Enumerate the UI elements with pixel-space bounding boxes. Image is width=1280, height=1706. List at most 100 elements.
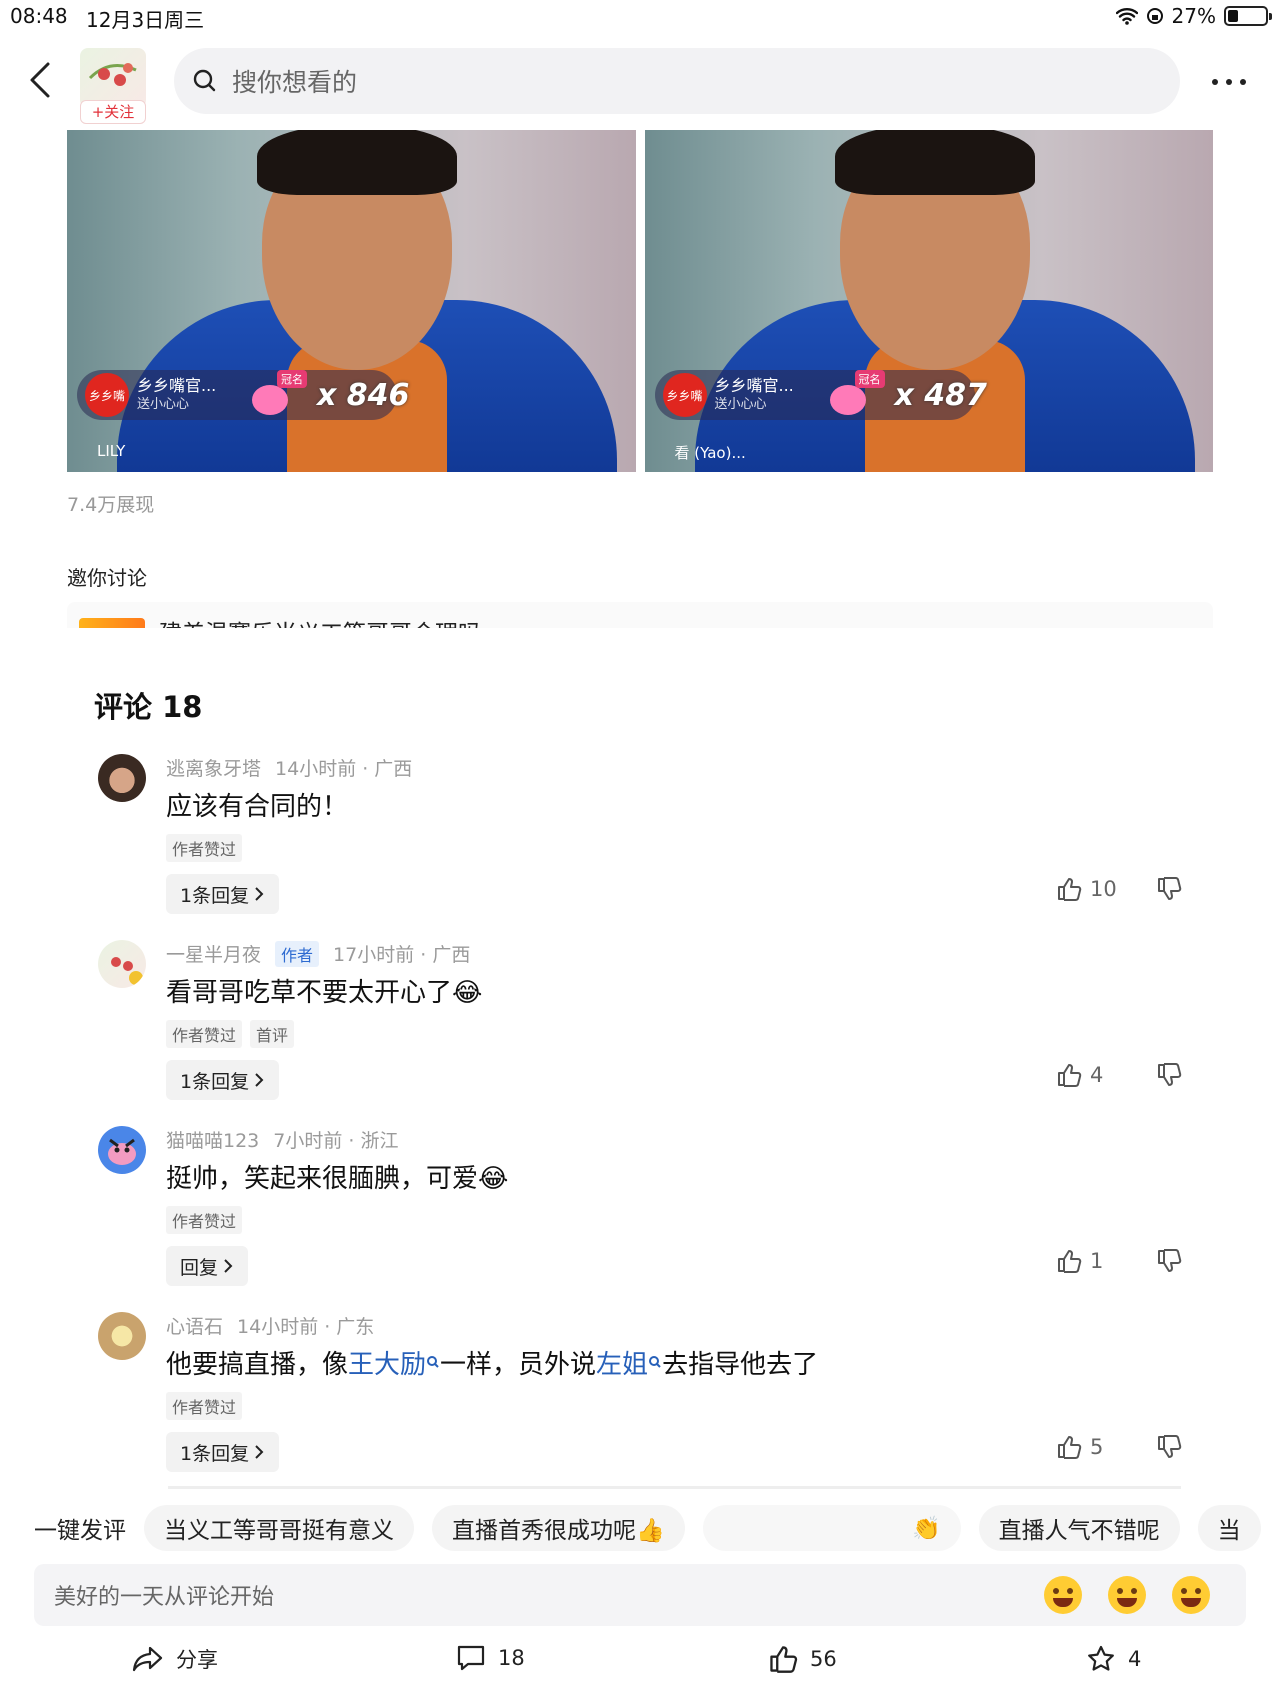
commenter-avatar[interactable] (98, 940, 146, 988)
emoji-heart-eyes-icon[interactable] (1108, 1576, 1146, 1614)
star-icon (1088, 1645, 1114, 1671)
reply-label: 1条回复 (180, 1070, 250, 1093)
comment-item: 心语石 14小时前 · 广东 他要搞直播，像王大励 一样，员外说左姐 去指导他去了 作… (98, 1312, 1198, 1498)
comments-button[interactable]: 18 (456, 1644, 525, 1672)
topic-tag (79, 618, 145, 628)
like-post-button[interactable]: 56 (768, 1644, 837, 1674)
battery-fill (1228, 10, 1238, 22)
more-dot (1240, 79, 1246, 85)
comment-tag: 作者赞过 (166, 1206, 243, 1234)
share-button[interactable]: 分享 (132, 1644, 218, 1674)
comment-text: 看哥哥吃草不要太开心了😂 (166, 978, 483, 1008)
chevron-right-icon (255, 1073, 264, 1087)
view-replies-button[interactable]: 1条回复 (166, 1432, 280, 1472)
wifi-icon (1115, 8, 1138, 25)
like-button[interactable]: 1 (1056, 1248, 1103, 1274)
quick-reply-chip[interactable]: 当义工等哥哥挺有意义 (144, 1505, 414, 1551)
like-count: 4 (1090, 1063, 1104, 1087)
comment-tag: 作者赞过 (166, 1020, 243, 1048)
quick-reply-chip[interactable]: 当 (1197, 1505, 1261, 1551)
comment-item: 逃离象牙塔 14小时前 · 广西 应该有合同的！ 作者赞过 1条回复 10 (98, 754, 1198, 940)
dislike-button[interactable] (1156, 876, 1182, 906)
author-avatar[interactable]: +关注 (80, 48, 146, 124)
commenter-name[interactable]: 一星半月夜 (166, 940, 261, 967)
comment-text: 他要搞直播，像王大励 一样，员外说左姐 去指导他去了 (166, 1344, 818, 1381)
thumbs-up-icon (1058, 1064, 1082, 1087)
topic-text: 建差温蹇乐当义工等哥哥合理吗 (159, 614, 481, 628)
post-like-count: 56 (810, 1647, 837, 1671)
thumbs-down-icon (1158, 1435, 1182, 1458)
chevron-right-icon (255, 887, 264, 901)
emoji-laugh-cry-icon[interactable] (1044, 1576, 1082, 1614)
thumbs-up-icon (1058, 1436, 1082, 1459)
quick-reply-chip[interactable]: 直播首秀很成功呢👍 (432, 1505, 685, 1551)
reply-button[interactable]: 回复 (166, 1246, 249, 1286)
commenter-name[interactable]: 心语石 (166, 1312, 223, 1339)
comments-title: 评论 18 (94, 690, 203, 724)
comment-icon (457, 1645, 485, 1671)
follow-button[interactable]: +关注 (80, 100, 146, 124)
search-link[interactable]: 王大励 (348, 1350, 426, 1380)
gift-label: 送小心心 (137, 397, 190, 412)
comment-tag: 作者赞过 (166, 1392, 243, 1420)
dislike-button[interactable] (1156, 1248, 1182, 1278)
dislike-button[interactable] (1156, 1434, 1182, 1464)
comment-item: 一星半月夜 作者 17小时前 · 广西 看哥哥吃草不要太开心了😂 作者赞过 首评 1条… (98, 940, 1198, 1126)
like-button[interactable]: 4 (1056, 1062, 1103, 1088)
comment-time: 17小时前 · 广西 (333, 944, 471, 966)
viewer-name: LILY (97, 442, 126, 460)
comment-input[interactable]: 美好的一天从评论开始 (34, 1564, 1246, 1626)
dislike-button[interactable] (1156, 1062, 1182, 1092)
thumbs-up-icon (1058, 1250, 1082, 1273)
emoji-grin-icon[interactable] (1172, 1576, 1210, 1614)
back-button[interactable] (26, 60, 62, 104)
discuss-topic-card[interactable]: 建差温蹇乐当义工等哥哥合理吗 (67, 602, 1213, 628)
clap-emoji: 👏 (912, 1515, 941, 1542)
like-button[interactable]: 5 (1056, 1434, 1103, 1460)
search-bar[interactable]: 搜你想看的 (174, 48, 1180, 114)
status-time: 08:48 (10, 4, 68, 28)
chevron-left-icon (30, 62, 50, 98)
share-label: 分享 (176, 1648, 218, 1672)
thumbs-down-icon (1158, 1063, 1182, 1086)
reply-label: 1条回复 (180, 884, 250, 907)
thumbs-up-icon (770, 1646, 798, 1673)
comment-tag: 首评 (250, 1020, 295, 1048)
like-button[interactable]: 10 (1056, 876, 1117, 902)
discuss-title: 邀你讨论 (67, 566, 147, 590)
more-button[interactable] (1212, 72, 1252, 92)
quick-reply-bar: 一键发评 当义工等哥哥挺有意义 直播首秀很成功呢👍 👏 直播人气不错呢 当 (0, 1500, 1280, 1556)
search-link-icon (427, 1356, 439, 1368)
commenter-avatar[interactable] (98, 1126, 146, 1174)
channel-name: 乡乡嘴官... (137, 376, 217, 395)
top-header: +关注 搜你想看的 (0, 44, 1280, 124)
commenter-avatar[interactable] (98, 1312, 146, 1360)
quick-reply-chip[interactable]: 直播人气不错呢 (978, 1505, 1180, 1551)
orientation-lock-icon (1146, 8, 1163, 24)
divider (168, 1486, 1181, 1489)
commenter-avatar[interactable] (98, 754, 146, 802)
commenter-name[interactable]: 逃离象牙塔 (166, 754, 261, 781)
post-image-1[interactable]: 乡乡嘴 乡乡嘴官... 送小心心 冠名 x 846 LILY (67, 130, 636, 472)
search-placeholder: 搜你想看的 (232, 68, 358, 97)
text-segment: 他要搞直播，像 (166, 1350, 349, 1380)
view-replies-button[interactable]: 1条回复 (166, 874, 280, 914)
quick-reply-chip[interactable]: 👏 (702, 1505, 961, 1551)
battery-icon (1224, 6, 1272, 26)
status-date: 12月3日周三 (86, 8, 205, 32)
status-right: 27% (1115, 4, 1272, 28)
favorite-button[interactable]: 4 (1086, 1644, 1141, 1674)
comment-tag: 作者赞过 (166, 834, 243, 862)
post-images: 乡乡嘴 乡乡嘴官... 送小心心 冠名 x 846 LILY 乡乡嘴 乡乡嘴官..… (67, 130, 1213, 472)
commenter-name[interactable]: 猫喵喵123 (166, 1126, 259, 1153)
heart-gift-icon (252, 385, 288, 415)
view-replies-button[interactable]: 1条回复 (166, 1060, 280, 1100)
post-image-2[interactable]: 乡乡嘴 乡乡嘴官... 送小心心 冠名 x 487 看 (Yao)... (644, 130, 1213, 472)
favorite-count: 4 (1128, 1647, 1142, 1671)
gift-count: x 487 (894, 378, 987, 413)
search-link[interactable]: 左姐 (596, 1350, 648, 1380)
viewer-name: 看 (Yao)... (674, 444, 746, 462)
share-icon (132, 1646, 163, 1672)
author-badge: 作者 (275, 940, 320, 967)
comment-text: 挺帅，笑起来很腼腆，可爱😂 (166, 1164, 509, 1194)
